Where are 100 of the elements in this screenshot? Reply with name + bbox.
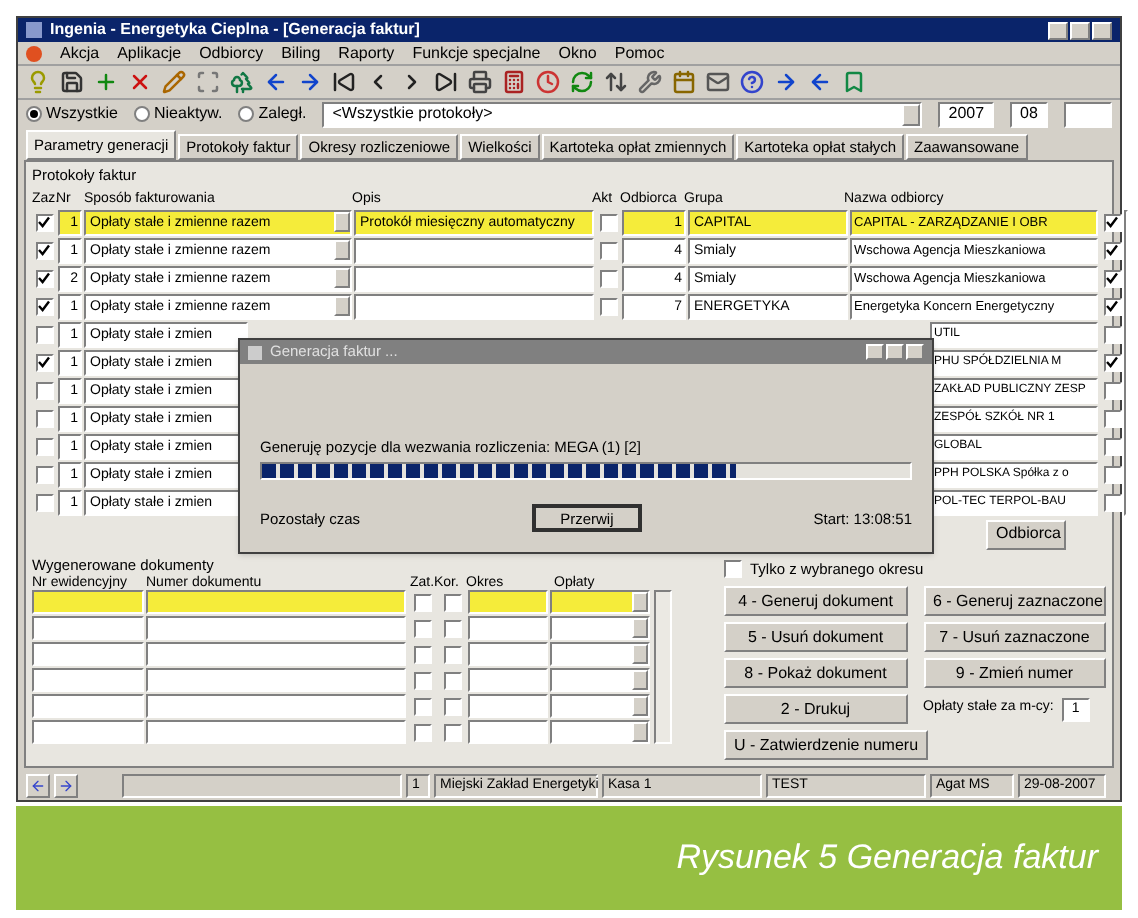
checkbox[interactable] xyxy=(443,697,461,716)
group-dropdown[interactable]: <Wszystkie protokoły> xyxy=(322,101,923,128)
check-icon xyxy=(1106,300,1118,313)
calendar-icon[interactable] xyxy=(672,69,696,94)
checkbox[interactable] xyxy=(1103,381,1121,400)
year-field[interactable]: 2007 xyxy=(938,101,995,128)
close-icon[interactable] xyxy=(1092,21,1112,39)
action-button[interactable]: 9 - Zmień numer xyxy=(923,658,1106,688)
menu-item[interactable]: Biling xyxy=(281,41,321,65)
checkbox[interactable] xyxy=(413,593,431,612)
document-row[interactable] xyxy=(32,616,650,641)
document-row[interactable] xyxy=(32,590,650,615)
radio-label: Zaległ. xyxy=(258,102,307,127)
select-icon[interactable] xyxy=(196,69,220,94)
action-button[interactable]: 2 - Drukuj xyxy=(724,694,907,724)
radio-label: Wszystkie xyxy=(46,102,118,127)
menu-item[interactable]: Aplikacje xyxy=(117,41,182,65)
checkbox[interactable] xyxy=(1103,493,1121,512)
clock-icon[interactable] xyxy=(536,69,560,94)
last-icon[interactable] xyxy=(434,69,458,94)
menu-item[interactable]: Pomoc xyxy=(614,41,665,65)
checkbox[interactable] xyxy=(35,409,53,428)
back-icon[interactable] xyxy=(26,773,50,798)
first-icon[interactable] xyxy=(332,69,356,94)
checkbox[interactable] xyxy=(1103,241,1121,260)
arrow-right-icon[interactable] xyxy=(298,69,322,94)
month-field[interactable]: 08 xyxy=(1010,101,1048,128)
arrow-left-icon[interactable] xyxy=(264,69,288,94)
checkbox[interactable] xyxy=(35,465,53,484)
menu-item[interactable]: Raporty xyxy=(338,41,395,65)
wrench-icon[interactable] xyxy=(638,69,662,94)
checkbox[interactable] xyxy=(599,269,617,288)
checkbox[interactable] xyxy=(599,297,617,316)
checkbox[interactable] xyxy=(35,269,53,288)
checkbox[interactable] xyxy=(443,593,461,612)
checkbox[interactable] xyxy=(1103,325,1121,344)
bookmark-icon[interactable] xyxy=(842,69,866,94)
checkbox[interactable] xyxy=(413,723,431,742)
plus-icon[interactable] xyxy=(94,69,118,94)
menu-item[interactable]: Funkcje specjalne xyxy=(412,41,541,65)
checkbox[interactable] xyxy=(35,213,53,232)
mail-icon[interactable] xyxy=(706,69,730,94)
pencil-icon[interactable] xyxy=(162,69,186,94)
maximize-icon[interactable] xyxy=(1070,21,1090,39)
checkbox[interactable] xyxy=(1103,353,1121,372)
checkbox[interactable] xyxy=(599,241,617,260)
checkbox[interactable] xyxy=(35,325,53,344)
action-button[interactable]: 7 - Usuń zaznaczone xyxy=(923,622,1106,652)
checkbox[interactable] xyxy=(443,671,461,690)
menu-item[interactable]: Akcja xyxy=(60,41,100,65)
checkbox[interactable] xyxy=(1103,437,1121,456)
checkbox[interactable] xyxy=(1103,465,1121,484)
document-row[interactable] xyxy=(32,720,650,745)
document-row[interactable] xyxy=(32,694,650,719)
arrow-left-icon[interactable] xyxy=(808,69,832,94)
checkbox[interactable] xyxy=(1103,213,1121,232)
help-icon[interactable] xyxy=(740,69,764,94)
refresh-icon[interactable] xyxy=(570,69,594,94)
calculator-icon[interactable] xyxy=(502,69,526,94)
radio-button[interactable] xyxy=(134,106,150,123)
checkbox[interactable] xyxy=(35,437,53,456)
dropdown-field[interactable] xyxy=(1063,101,1112,128)
printer-icon[interactable] xyxy=(468,69,492,94)
checkbox[interactable] xyxy=(443,645,461,664)
window-icon xyxy=(248,345,262,359)
checkbox[interactable] xyxy=(599,213,617,232)
checkbox[interactable] xyxy=(35,241,53,260)
action-button[interactable]: 5 - Usuń dokument xyxy=(724,622,907,652)
checkbox[interactable] xyxy=(35,493,53,512)
radio-button[interactable] xyxy=(238,106,255,123)
checkbox[interactable] xyxy=(413,619,431,638)
sort-icon[interactable] xyxy=(604,69,628,94)
document-row[interactable] xyxy=(32,668,650,693)
save-icon[interactable] xyxy=(60,69,84,94)
checkbox[interactable] xyxy=(1103,297,1121,316)
checkbox[interactable] xyxy=(413,645,431,664)
checkbox[interactable] xyxy=(35,381,53,400)
action-button[interactable]: U - Zatwierdzenie numeru xyxy=(724,730,929,760)
tree-icon[interactable] xyxy=(230,69,254,94)
checkbox[interactable] xyxy=(413,697,431,716)
checkbox[interactable] xyxy=(35,297,53,316)
checkbox[interactable] xyxy=(35,353,53,372)
radio-button[interactable] xyxy=(26,106,42,123)
document-row[interactable] xyxy=(32,642,650,667)
checkbox[interactable] xyxy=(1103,409,1121,428)
action-button[interactable]: Odbiorca xyxy=(986,519,1066,550)
arrow-right-icon[interactable] xyxy=(774,69,798,94)
menu-item[interactable]: Okno xyxy=(558,41,597,65)
checkbox[interactable] xyxy=(443,723,461,742)
forward-icon[interactable] xyxy=(54,773,78,798)
checkbox[interactable] xyxy=(413,671,431,690)
checkbox[interactable] xyxy=(443,619,461,638)
checkbox[interactable] xyxy=(1103,269,1121,288)
minimize-icon[interactable] xyxy=(1048,21,1068,39)
menu-item[interactable]: Odbiorcy xyxy=(199,41,264,65)
action-button[interactable]: 8 - Pokaż dokument xyxy=(724,658,907,688)
action-button[interactable]: 6 - Generuj zaznaczone xyxy=(923,586,1106,616)
checkbox[interactable] xyxy=(724,559,742,578)
check-icon xyxy=(38,272,50,285)
action-button[interactable]: 4 - Generuj dokument xyxy=(724,586,907,616)
